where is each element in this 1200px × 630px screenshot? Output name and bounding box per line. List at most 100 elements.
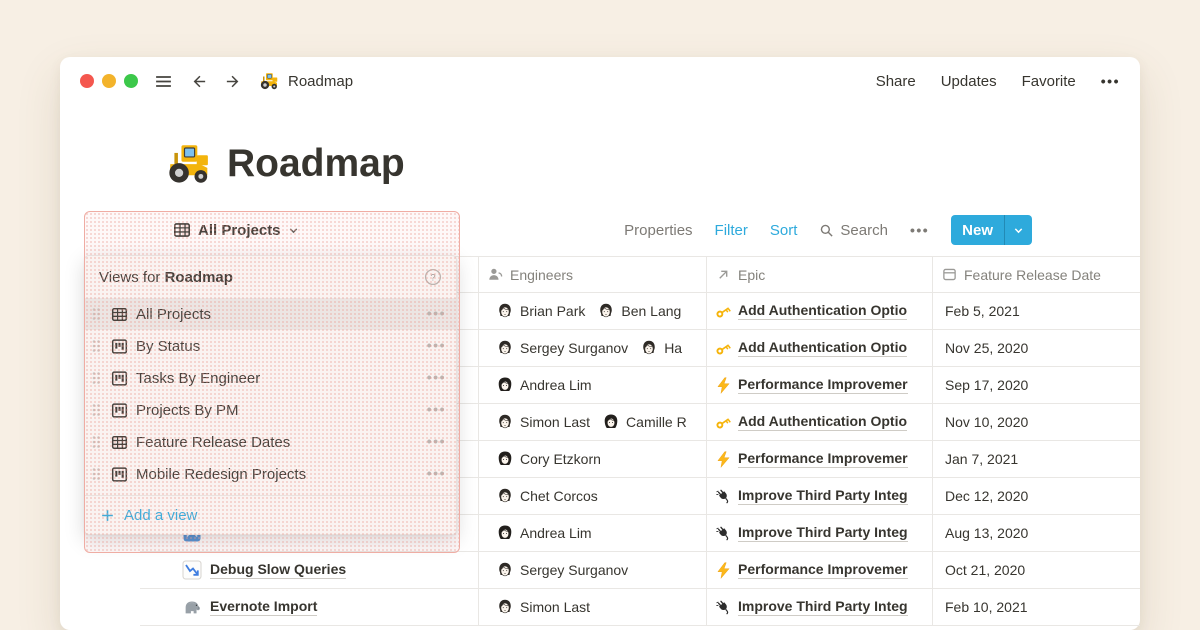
- epic-cell[interactable]: Add Authentication Optio: [706, 404, 932, 440]
- hamburger-icon[interactable]: [154, 72, 173, 91]
- drag-handle-icon[interactable]: [91, 466, 107, 482]
- release-date-cell[interactable]: Nov 25, 2020: [932, 330, 1140, 366]
- more-icon[interactable]: •••: [910, 222, 929, 239]
- properties-button[interactable]: Properties: [624, 222, 692, 239]
- dropdown-title: Views for Roadmap: [99, 269, 233, 286]
- epic-link[interactable]: Improve Third Party Integ: [738, 598, 908, 616]
- engineers-cell[interactable]: Andrea Lim: [478, 515, 706, 551]
- project-name-link[interactable]: Debug Slow Queries: [210, 561, 346, 579]
- help-icon[interactable]: ?: [424, 268, 442, 286]
- column-header-date[interactable]: Feature Release Date: [932, 257, 1140, 292]
- add-view-button[interactable]: Add a view: [85, 496, 456, 534]
- add-view-label: Add a view: [124, 507, 197, 524]
- more-icon[interactable]: •••: [427, 369, 446, 387]
- engineers-cell[interactable]: Andrea Lim: [478, 367, 706, 403]
- more-icon[interactable]: •••: [427, 305, 446, 323]
- epic-link[interactable]: Performance Improvemer: [738, 561, 908, 579]
- new-button[interactable]: New: [951, 215, 1032, 245]
- epic-link[interactable]: Add Authentication Optio: [738, 302, 907, 320]
- epic-cell[interactable]: Improve Third Party Integ: [706, 589, 932, 625]
- close-window-button[interactable]: [80, 74, 94, 88]
- more-icon[interactable]: •••: [427, 401, 446, 419]
- release-date-cell[interactable]: Nov 10, 2020: [932, 404, 1140, 440]
- column-header-epic[interactable]: Epic: [706, 257, 932, 292]
- release-date-cell[interactable]: Aug 13, 2020: [932, 515, 1140, 551]
- tractor-icon: [259, 71, 279, 91]
- project-name-link[interactable]: Evernote Import: [210, 598, 317, 616]
- release-date-cell[interactable]: Dec 12, 2020: [932, 478, 1140, 514]
- epic-link[interactable]: Performance Improvemer: [738, 450, 908, 468]
- search-button[interactable]: Search: [819, 222, 888, 239]
- drag-handle-icon[interactable]: [91, 434, 107, 450]
- forward-arrow-icon[interactable]: [224, 72, 243, 91]
- chevron-down-icon[interactable]: [1004, 215, 1032, 245]
- epic-link[interactable]: Improve Third Party Integ: [738, 487, 908, 505]
- epic-cell[interactable]: Add Authentication Optio: [706, 330, 932, 366]
- release-date-cell[interactable]: Jan 7, 2021: [932, 441, 1140, 477]
- engineers-cell[interactable]: Sergey Surganov Ha: [478, 330, 706, 366]
- engineer-chip: Chet Corcos: [496, 487, 598, 505]
- table-view-icon: [111, 306, 128, 323]
- engineers-cell[interactable]: Simon Last: [478, 589, 706, 625]
- minimize-window-button[interactable]: [102, 74, 116, 88]
- views-dropdown: Views for Roadmap ? All Projects ••• By …: [84, 255, 457, 535]
- engineers-cell[interactable]: Simon Last Camille R: [478, 404, 706, 440]
- epic-cell[interactable]: Performance Improvemer: [706, 552, 932, 588]
- epic-cell[interactable]: Improve Third Party Integ: [706, 478, 932, 514]
- dropdown-title-target: Roadmap: [165, 269, 233, 286]
- epic-cell[interactable]: Performance Improvemer: [706, 441, 932, 477]
- zoom-window-button[interactable]: [124, 74, 138, 88]
- filter-button[interactable]: Filter: [715, 222, 748, 239]
- updates-button[interactable]: Updates: [941, 73, 997, 90]
- epic-link[interactable]: Improve Third Party Integ: [738, 524, 908, 542]
- release-date-cell[interactable]: Feb 5, 2021: [932, 293, 1140, 329]
- drag-handle-icon[interactable]: [91, 402, 107, 418]
- breadcrumb-title[interactable]: Roadmap: [288, 73, 353, 90]
- release-date-cell[interactable]: Sep 17, 2020: [932, 367, 1140, 403]
- view-switcher-button[interactable]: All Projects: [173, 215, 299, 245]
- epic-link[interactable]: Add Authentication Optio: [738, 339, 907, 357]
- more-icon[interactable]: •••: [427, 337, 446, 355]
- more-icon[interactable]: •••: [1101, 73, 1120, 90]
- view-item-label: Mobile Redesign Projects: [136, 466, 427, 483]
- view-menu-item[interactable]: Tasks By Engineer •••: [85, 362, 456, 394]
- engineer-chip: Sergey Surganov: [496, 561, 628, 579]
- column-header-engineers[interactable]: Engineers: [478, 257, 706, 292]
- engineers-cell[interactable]: Sergey Surganov: [478, 552, 706, 588]
- favorite-button[interactable]: Favorite: [1022, 73, 1076, 90]
- board-view-icon: [111, 338, 128, 355]
- svg-text:?: ?: [430, 272, 435, 283]
- view-menu-item[interactable]: Feature Release Dates •••: [85, 426, 456, 458]
- release-date-cell[interactable]: Oct 21, 2020: [932, 552, 1140, 588]
- epic-cell[interactable]: Improve Third Party Integ: [706, 515, 932, 551]
- project-name-cell[interactable]: Debug Slow Queries: [140, 552, 478, 588]
- engineers-cell[interactable]: Cory Etzkorn: [478, 441, 706, 477]
- project-name-cell[interactable]: Evernote Import: [140, 589, 478, 625]
- engineers-cell[interactable]: Chet Corcos: [478, 478, 706, 514]
- sort-button[interactable]: Sort: [770, 222, 798, 239]
- tractor-icon[interactable]: [165, 140, 212, 187]
- more-icon[interactable]: •••: [427, 433, 446, 451]
- board-view-icon: [111, 402, 128, 419]
- engineer-chip: Andrea Lim: [496, 376, 592, 394]
- release-date-cell[interactable]: Feb 10, 2021: [932, 589, 1140, 625]
- view-menu-item[interactable]: Mobile Redesign Projects •••: [85, 458, 456, 490]
- view-menu-item[interactable]: All Projects •••: [85, 298, 456, 330]
- project-icon: [182, 560, 202, 580]
- drag-handle-icon[interactable]: [91, 370, 107, 386]
- table-row: Evernote Import Simon Last Improve Third…: [140, 589, 1140, 626]
- epic-cell[interactable]: Performance Improvemer: [706, 367, 932, 403]
- epic-link[interactable]: Add Authentication Optio: [738, 413, 907, 431]
- view-menu-item[interactable]: By Status •••: [85, 330, 456, 362]
- share-button[interactable]: Share: [876, 73, 916, 90]
- engineer-name: Sergey Surganov: [520, 340, 628, 356]
- epic-cell[interactable]: Add Authentication Optio: [706, 293, 932, 329]
- epic-link[interactable]: Performance Improvemer: [738, 376, 908, 394]
- dropdown-header: Views for Roadmap ?: [85, 256, 456, 298]
- drag-handle-icon[interactable]: [91, 306, 107, 322]
- drag-handle-icon[interactable]: [91, 338, 107, 354]
- view-menu-item[interactable]: Projects By PM •••: [85, 394, 456, 426]
- more-icon[interactable]: •••: [427, 465, 446, 483]
- back-arrow-icon[interactable]: [189, 72, 208, 91]
- engineers-cell[interactable]: Brian Park Ben Lang: [478, 293, 706, 329]
